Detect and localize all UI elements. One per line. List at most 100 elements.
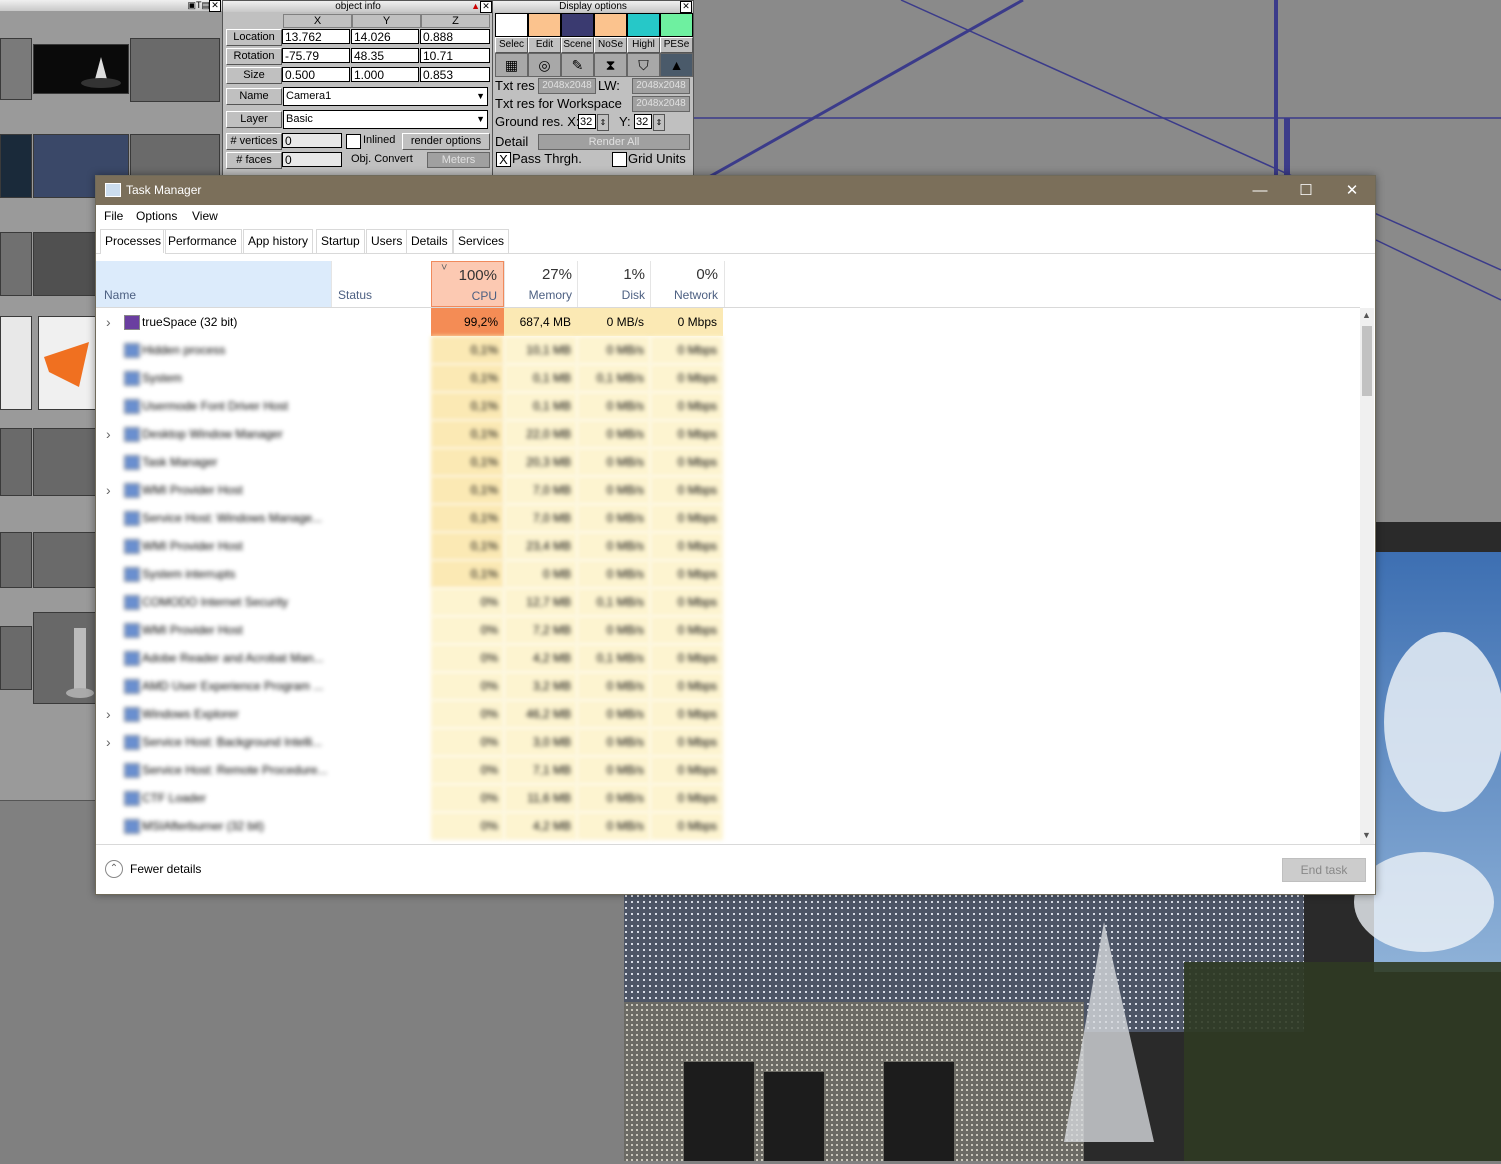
maximize-icon[interactable]: ☐ <box>1283 176 1329 205</box>
layer-select[interactable]: Basic ▼ <box>283 110 488 129</box>
tab-services[interactable]: Services <box>453 229 510 253</box>
tab-processes[interactable]: Processes <box>100 229 167 254</box>
grid-units-checkbox[interactable] <box>612 152 627 167</box>
library-thumbnail[interactable] <box>0 232 32 296</box>
table-row[interactable]: System interrupts 0,1% 0 MB 0 MB/s 0 Mbps <box>96 560 1360 588</box>
expand-chevron-icon[interactable]: › <box>106 308 111 336</box>
expand-chevron-icon[interactable]: › <box>106 476 111 504</box>
tab-performance[interactable]: Performance <box>163 229 242 253</box>
display-mode-tab[interactable]: Scene <box>561 37 594 53</box>
table-row[interactable]: Task Manager 0,1% 20,3 MB 0 MB/s 0 Mbps <box>96 448 1360 476</box>
landscape-icon[interactable]: ▲ <box>660 53 693 77</box>
pass-thrgh-checkbox[interactable]: X <box>496 152 511 167</box>
name-column-header[interactable]: Name <box>96 261 331 307</box>
disk-column-header[interactable]: 1% Disk <box>577 261 651 307</box>
table-row[interactable]: › Desktop Window Manager 0,1% 22,0 MB 0 MB/s… <box>96 420 1360 448</box>
color-swatch[interactable] <box>660 13 693 37</box>
ground-res-y-field[interactable]: 32 <box>634 114 652 129</box>
table-row[interactable]: Adobe Reader and Acrobat Man... 0% 4,2 MB 0… <box>96 644 1360 672</box>
meters-button[interactable]: Meters <box>427 152 490 168</box>
cpu-column-header[interactable]: ˅ 100% CPU <box>431 261 504 307</box>
table-row[interactable]: MSIAfterburner (32 bit) 0% 4,2 MB 0 MB/s 0 M… <box>96 812 1360 840</box>
txt-res-field[interactable]: 2048x2048 <box>538 78 596 94</box>
close-icon[interactable]: ✕ <box>1329 176 1375 205</box>
table-row[interactable]: CTF Loader 0% 11,6 MB 0 MB/s 0 Mbps <box>96 784 1360 812</box>
close-icon[interactable]: ✕ <box>480 1 492 13</box>
spinner-icon[interactable]: ⇕ <box>597 114 609 131</box>
library-toolbar-icons[interactable]: ▣T▤ <box>187 0 210 11</box>
status-column-header[interactable]: Status <box>331 261 432 307</box>
table-row[interactable]: AMD User Experience Program ... 0% 3,2 MB 0… <box>96 672 1360 700</box>
menu-options[interactable]: Options <box>136 209 177 223</box>
display-mode-tab[interactable]: NoSe <box>594 37 627 53</box>
rotation-x-field[interactable]: -75.79 <box>282 48 350 63</box>
scroll-up-icon[interactable]: ▲ <box>1362 310 1371 320</box>
size-x-field[interactable]: 0.500 <box>282 67 350 82</box>
inlined-checkbox[interactable] <box>346 134 361 149</box>
memory-column-header[interactable]: 27% Memory <box>504 261 578 307</box>
display-mode-tab[interactable]: Selec <box>495 37 528 53</box>
table-row[interactable]: › Windows Explorer 0% 46,2 MB 0 MB/s 0 Mbps <box>96 700 1360 728</box>
rotation-z-field[interactable]: 10.71 <box>420 48 490 63</box>
color-swatch[interactable] <box>627 13 660 37</box>
ground-res-x-field[interactable]: 32 <box>578 114 596 129</box>
fewer-details-link[interactable]: Fewer details <box>130 862 201 876</box>
close-icon[interactable]: ✕ <box>209 0 221 12</box>
wire-sphere-icon[interactable]: ◎ <box>528 53 561 77</box>
table-row[interactable]: Service Host: Remote Procedure... 0% 7,1 M… <box>96 756 1360 784</box>
color-swatch[interactable] <box>495 13 528 37</box>
table-row[interactable]: › Service Host: Background Intelli... 0% 3,… <box>96 728 1360 756</box>
display-mode-tab[interactable]: Highl <box>627 37 660 53</box>
spinner-icon[interactable]: ⇕ <box>653 114 665 131</box>
lw-field[interactable]: 2048x2048 <box>632 78 690 94</box>
color-swatch[interactable] <box>561 13 594 37</box>
table-row[interactable]: Service Host: Windows Manage... 0,1% 7,0 M… <box>96 504 1360 532</box>
texture-grid-icon[interactable]: ▦ <box>495 53 528 77</box>
scrollbar-thumb[interactable] <box>1362 326 1372 396</box>
library-thumbnail[interactable] <box>38 316 98 410</box>
tab-startup[interactable]: Startup <box>316 229 365 253</box>
table-row[interactable]: WMI Provider Host 0,1% 23,4 MB 0 MB/s 0 Mbps <box>96 532 1360 560</box>
location-y-field[interactable]: 14.026 <box>351 29 419 44</box>
color-swatch[interactable] <box>528 13 561 37</box>
txt-res-workspace-field[interactable]: 2048x2048 <box>632 96 690 112</box>
name-select[interactable]: Camera1 ▼ <box>283 87 488 106</box>
close-icon[interactable]: ✕ <box>680 1 692 13</box>
size-y-field[interactable]: 1.000 <box>351 67 419 82</box>
tab-details[interactable]: Details <box>406 229 453 253</box>
display-mode-tab[interactable]: Edit <box>528 37 561 53</box>
render-all-button[interactable]: Render All <box>538 134 690 150</box>
library-thumbnail[interactable] <box>0 38 32 100</box>
process-list[interactable]: › trueSpace (32 bit) 99,2% 687,4 MB 0 MB/s 0 … <box>96 308 1360 844</box>
library-thumbnail[interactable] <box>0 428 32 496</box>
network-column-header[interactable]: 0% Network <box>650 261 725 307</box>
library-thumbnail[interactable] <box>0 134 32 198</box>
library-thumbnail[interactable] <box>0 532 32 588</box>
display-mode-tab[interactable]: PESe <box>660 37 693 53</box>
minimize-icon[interactable]: — <box>1237 176 1283 205</box>
location-x-field[interactable]: 13.762 <box>282 29 350 44</box>
title-bar[interactable]: Task Manager — ☐ ✕ <box>96 176 1375 205</box>
table-row[interactable]: System 0,1% 0,1 MB 0,1 MB/s 0 Mbps <box>96 364 1360 392</box>
library-thumbnail[interactable] <box>0 316 32 410</box>
library-thumbnail[interactable] <box>130 38 220 102</box>
location-z-field[interactable]: 0.888 <box>420 29 490 44</box>
scroll-down-icon[interactable]: ▼ <box>1362 830 1371 840</box>
table-row[interactable]: Hidden process 0,1% 10,1 MB 0 MB/s 0 Mbps <box>96 336 1360 364</box>
end-task-button[interactable]: End task <box>1282 858 1366 882</box>
chevron-down-icon[interactable]: ▼ <box>476 88 485 105</box>
color-swatch[interactable] <box>594 13 627 37</box>
render-options-button[interactable]: render options <box>402 133 490 150</box>
tab-users[interactable]: Users <box>366 229 408 253</box>
table-row[interactable]: WMI Provider Host 0% 7,2 MB 0 MB/s 0 Mbps <box>96 616 1360 644</box>
size-z-field[interactable]: 0.853 <box>420 67 490 82</box>
menu-file[interactable]: File <box>104 209 123 223</box>
library-thumbnail[interactable] <box>33 44 129 94</box>
vertical-scrollbar[interactable]: ▲ ▼ <box>1360 308 1374 844</box>
tab-app-history[interactable]: App history <box>243 229 314 253</box>
table-row[interactable]: COMODO Internet Security 0% 12,7 MB 0,1 MB/… <box>96 588 1360 616</box>
table-row[interactable]: › WMI Provider Host 0,1% 7,0 MB 0 MB/s 0 Mbps <box>96 476 1360 504</box>
brush-icon[interactable]: ✎ <box>561 53 594 77</box>
collapse-icon[interactable]: ▲ <box>471 1 480 12</box>
menu-view[interactable]: View <box>192 209 218 223</box>
